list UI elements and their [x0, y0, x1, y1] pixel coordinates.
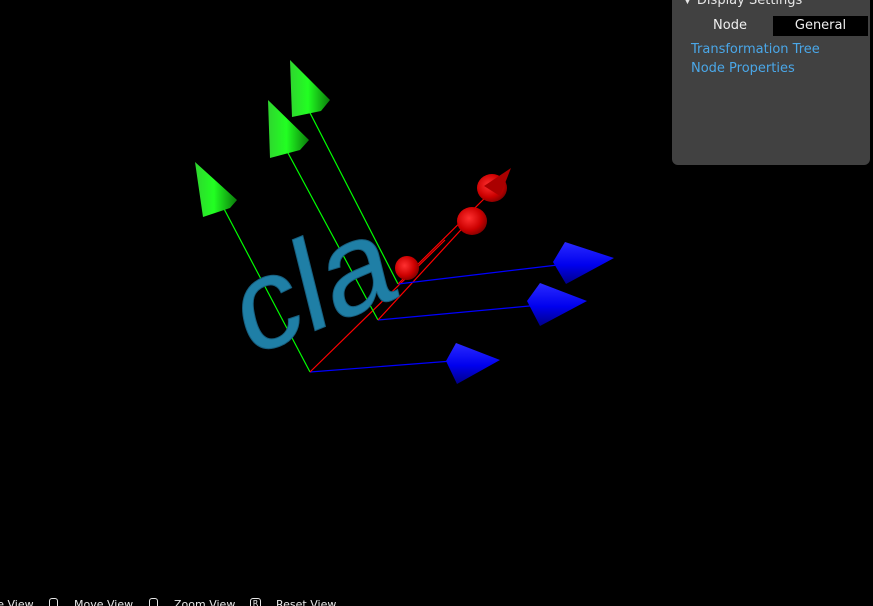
mouse-left-icon — [49, 598, 58, 606]
tab-general[interactable]: General — [773, 16, 868, 36]
z-axis-arrow-heads — [395, 168, 511, 280]
z-axis-arrow-cone — [457, 207, 487, 235]
zoom-view-hint: Zoom View — [174, 598, 236, 606]
move-view-hint: Move View — [74, 598, 134, 606]
collapse-triangle-icon[interactable]: ▼ — [684, 0, 691, 10]
x-axis-arrow-cone — [527, 283, 587, 326]
x-axis-arrow-cone — [553, 242, 614, 284]
y-axis-arrow-cone — [195, 162, 237, 217]
z-axis-arrow-cone — [395, 256, 419, 280]
node-properties-link[interactable]: Node Properties — [691, 60, 795, 78]
mouse-wheel-icon — [149, 598, 158, 606]
3d-viewport[interactable]: cla ▼ Display Settings Node General Trans… — [0, 0, 873, 606]
x-axis-line — [309, 359, 466, 373]
view-controls-hint-bar: Rotate View Move View Zoom View R Reset … — [0, 596, 873, 606]
tab-node[interactable]: Node — [696, 16, 764, 36]
y-axis-arrow-cone — [290, 60, 330, 117]
r-key-icon: R — [250, 598, 261, 606]
display-settings-panel: ▼ Display Settings Node General Transform… — [672, 0, 870, 165]
x-axis-line — [397, 263, 567, 285]
rotate-view-hint: Rotate View — [0, 598, 34, 606]
display-settings-header[interactable]: ▼ Display Settings — [684, 0, 802, 10]
reset-view-hint: Reset View — [276, 598, 337, 606]
frame-label-text: cla — [220, 184, 407, 385]
transformation-tree-link[interactable]: Transformation Tree — [691, 41, 820, 59]
display-settings-title: Display Settings — [696, 0, 803, 8]
x-axis-arrow-cone — [446, 343, 500, 384]
